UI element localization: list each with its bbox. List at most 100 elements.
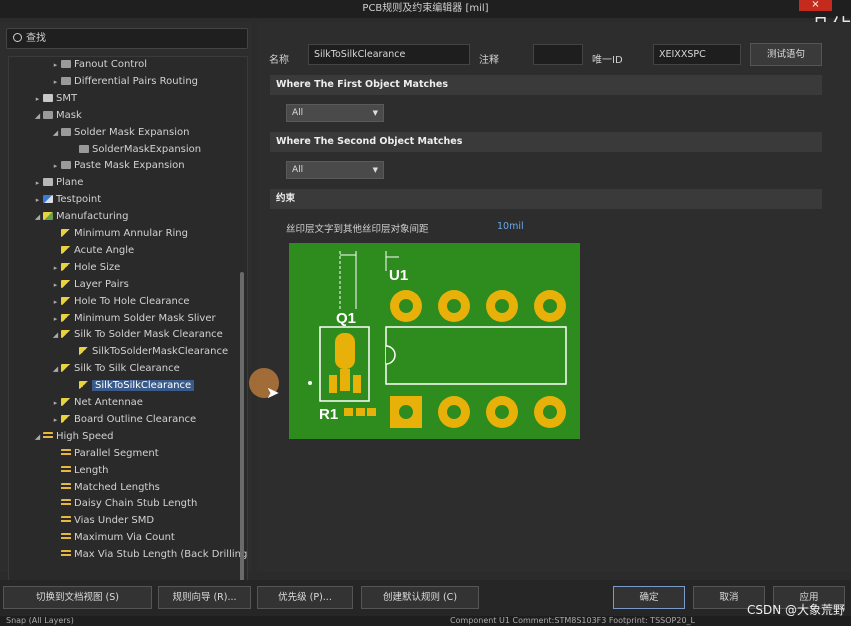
comment-input[interactable] <box>533 44 583 65</box>
tree-item-label: SolderMaskExpansion <box>92 143 202 155</box>
chevron-right-icon[interactable]: ▸ <box>33 175 42 191</box>
tree-item[interactable]: Length <box>51 463 109 479</box>
rule-wizard-button[interactable]: 规则向导 (R)... <box>158 586 251 609</box>
chevron-down-icon[interactable]: ◢ <box>51 361 60 377</box>
window-title: PCB规则及约束编辑器 [mil] <box>362 3 489 14</box>
rule-icon <box>61 516 71 525</box>
rule-tree[interactable]: Max Via Stub Length (Back Drilling) Maxim… <box>8 56 248 594</box>
tree-item[interactable]: SolderMaskExpansion <box>69 142 201 158</box>
tree-item[interactable]: ▸ Board Outline Clearance <box>51 412 196 428</box>
tree-item[interactable]: Maximum Via Count <box>51 530 175 546</box>
chevron-right-icon[interactable]: ▸ <box>51 294 60 310</box>
chevron-right-icon[interactable]: ▸ <box>51 277 60 293</box>
tree-item[interactable]: ◢ Manufacturing <box>33 209 129 225</box>
status-bar: Snap (All Layers) Component U1 Comment:S… <box>0 616 851 626</box>
ok-button[interactable]: 确定 <box>613 586 685 609</box>
chevron-right-icon[interactable]: ▸ <box>51 412 60 428</box>
comment-label: 注释 <box>479 55 499 66</box>
unique-id-input[interactable]: XEIXXSPC <box>653 44 741 65</box>
name-label: 名称 <box>269 55 289 66</box>
chevron-right-icon[interactable]: ▸ <box>51 311 60 327</box>
tree-item[interactable]: ▸ Layer Pairs <box>51 277 129 293</box>
rule-icon <box>61 60 71 68</box>
chevron-right-icon[interactable]: ▸ <box>51 395 60 411</box>
first-match-dropdown[interactable]: All ▼ <box>286 104 384 122</box>
rule-icon <box>61 398 71 406</box>
chevron-down-icon[interactable]: ◢ <box>51 327 60 343</box>
tree-item[interactable]: ▸ Plane <box>33 175 84 191</box>
chevron-down-icon[interactable]: ◢ <box>33 108 42 124</box>
tree-item[interactable]: Vias Under SMD <box>51 513 154 529</box>
test-query-button[interactable]: 测试语句 <box>750 43 822 66</box>
tree-item[interactable]: SilkToSolderMaskClearance <box>69 344 228 360</box>
tree-item[interactable]: ◢ Silk To Silk Clearance <box>51 361 180 377</box>
chevron-down-icon[interactable]: ◢ <box>33 429 42 445</box>
tree-item-label: Maximum Via Count <box>74 532 175 544</box>
rule-icon <box>61 245 71 254</box>
search-input[interactable]: 查找 <box>6 28 248 49</box>
tree-item[interactable]: ▸ Hole Size <box>51 260 121 276</box>
tree-item-label: SMT <box>56 92 78 104</box>
rule-icon <box>61 76 71 85</box>
switch-document-view-button[interactable]: 切换到文档视图 (S) <box>3 586 152 609</box>
tree-item-label: Vias Under SMD <box>74 515 155 527</box>
tree-item[interactable]: ▸ Differential Pairs Routing <box>51 74 198 90</box>
status-right: Component U1 Comment:STM8S103F3 Footprin… <box>450 616 695 625</box>
rule-icon <box>43 212 53 221</box>
second-match-dropdown[interactable]: All ▼ <box>286 161 384 179</box>
tree-item-label: Solder Mask Expansion <box>74 126 190 138</box>
silk-label-u1: U1 <box>389 267 408 284</box>
silk-label-r1: R1 <box>319 406 338 423</box>
tree-scrollbar[interactable] <box>240 272 244 587</box>
tree-item[interactable]: ◢ Silk To Solder Mask Clearance <box>51 327 223 343</box>
rule-icon <box>61 448 71 457</box>
chevron-right-icon[interactable]: ▸ <box>51 158 60 174</box>
tree-item-label: Net Antennae <box>74 397 143 408</box>
tree-item-label: Hole To Hole Clearance <box>74 295 190 307</box>
chevron-right-icon[interactable]: ▸ <box>51 74 60 90</box>
chevron-right-icon[interactable]: ▸ <box>51 260 60 276</box>
dialog-button-bar: 切换到文档视图 (S) 规则向导 (R)... 优先级 (P)... 创建默认规… <box>0 580 851 616</box>
chevron-down-icon[interactable]: ◢ <box>33 209 42 225</box>
tree-item[interactable]: ◢ Mask <box>33 108 82 124</box>
second-match-value: All <box>292 165 304 175</box>
tree-item[interactable]: ▸ Fanout Control <box>51 57 147 73</box>
rule-icon <box>43 195 53 204</box>
tree-item[interactable]: Acute Angle <box>51 243 134 259</box>
tree-item-label: Layer Pairs <box>74 278 129 290</box>
tree-item[interactable]: ▸ Hole To Hole Clearance <box>51 294 190 310</box>
name-input[interactable]: SilkToSilkClearance <box>308 44 470 65</box>
tree-item[interactable]: SilkToSilkClearance <box>69 378 195 394</box>
clearance-value[interactable]: 10mil <box>497 221 524 232</box>
rule-icon <box>61 127 71 136</box>
tree-item[interactable]: ◢ Solder Mask Expansion <box>51 125 190 141</box>
tree-item-label: Daisy Chain Stub Length <box>74 498 198 510</box>
tree-item-label: Silk To Silk Clearance <box>74 363 180 375</box>
rule-editor-panel: 名称 SilkToSilkClearance 注释 唯一ID XEIXXSPC … <box>257 22 851 572</box>
tree-item[interactable]: Max Via Stub Length (Back Drilling) <box>51 547 247 563</box>
chevron-right-icon[interactable]: ▸ <box>33 91 42 107</box>
rule-icon <box>61 364 71 373</box>
tree-item[interactable]: ▸ Testpoint <box>33 192 101 208</box>
tree-item-label: SilkToSolderMaskClearance <box>92 346 229 358</box>
rule-icon <box>79 347 89 356</box>
tree-item-label: Minimum Annular Ring <box>74 228 188 239</box>
rule-icon <box>61 550 71 559</box>
tree-item-label: Paste Mask Expansion <box>74 160 185 172</box>
tree-item[interactable]: Parallel Segment <box>51 446 159 462</box>
chevron-right-icon[interactable]: ▸ <box>51 57 60 73</box>
tree-item[interactable]: Daisy Chain Stub Length <box>51 496 197 512</box>
create-default-rules-button[interactable]: 创建默认规则 (C) <box>361 586 479 609</box>
tree-item[interactable]: ▸ SMT <box>33 91 77 107</box>
watermark: CSDN @大象荒野 <box>746 603 845 617</box>
priority-button[interactable]: 优先级 (P)... <box>257 586 353 609</box>
chevron-down-icon[interactable]: ◢ <box>51 125 60 141</box>
tree-item[interactable]: ▸ Net Antennae <box>51 395 143 411</box>
tree-item[interactable]: ◢ High Speed <box>33 429 114 445</box>
tree-item-label: Matched Lengths <box>74 481 160 493</box>
tree-item[interactable]: ▸ Minimum Solder Mask Sliver <box>51 311 216 327</box>
tree-item[interactable]: Minimum Annular Ring <box>51 226 188 242</box>
tree-item[interactable]: Matched Lengths <box>51 480 160 496</box>
chevron-right-icon[interactable]: ▸ <box>33 192 42 208</box>
tree-item[interactable]: ▸ Paste Mask Expansion <box>51 158 185 174</box>
